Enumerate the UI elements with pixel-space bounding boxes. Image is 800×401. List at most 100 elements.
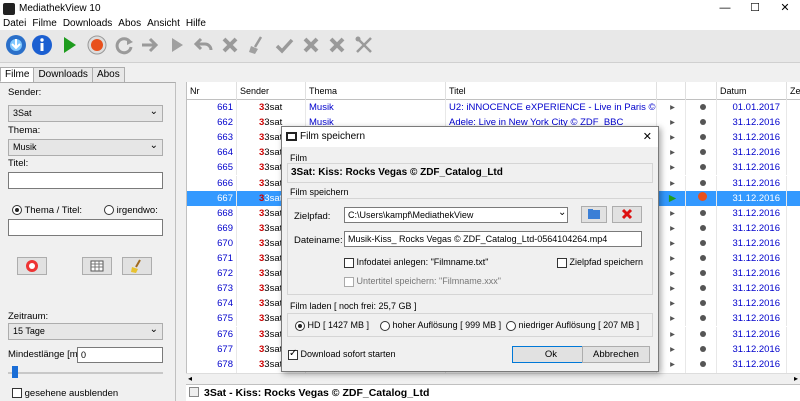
- browse-folder-button[interactable]: [581, 206, 607, 223]
- play-icon[interactable]: [57, 33, 81, 57]
- col-thema[interactable]: Thema: [306, 82, 446, 100]
- lifebuoy-button[interactable]: [17, 257, 47, 275]
- horizontal-scrollbar[interactable]: ◂ ▸: [186, 373, 800, 384]
- record-row-icon[interactable]: [686, 356, 717, 372]
- sender-select[interactable]: 3Sat: [8, 104, 163, 122]
- play-row-icon[interactable]: ▸: [657, 205, 686, 221]
- record-row-icon[interactable]: [686, 130, 717, 146]
- play-row-icon[interactable]: ▸: [657, 356, 686, 372]
- record-row-icon[interactable]: [686, 235, 717, 251]
- radio-hoch[interactable]: hoher Auflösung [ 999 MB ]: [380, 320, 501, 331]
- record-row-icon[interactable]: [686, 251, 717, 266]
- broom-icon[interactable]: [245, 33, 269, 57]
- radio-thema-titel-button[interactable]: [12, 205, 22, 216]
- record-row-icon[interactable]: [686, 341, 717, 357]
- col-sender[interactable]: Sender: [237, 82, 306, 100]
- radio-irgendwo-button[interactable]: [104, 205, 114, 216]
- zielpfad-chevron-icon[interactable]: ⌄: [558, 207, 566, 218]
- mindestlaenge-input[interactable]: 0: [77, 347, 163, 363]
- remove-icon[interactable]: [299, 33, 323, 57]
- undo-icon[interactable]: [192, 33, 216, 57]
- zielpfad-speichern-checkbox[interactable]: Zielpfad speichern: [557, 257, 643, 268]
- record-icon[interactable]: [85, 33, 109, 57]
- menu-filme[interactable]: Filme: [29, 17, 59, 30]
- zielpfad-select[interactable]: C:\Users\kampf\MediathekView: [344, 207, 568, 223]
- delete-icon[interactable]: [218, 33, 242, 57]
- col-play[interactable]: [657, 82, 686, 100]
- refresh-icon[interactable]: [112, 33, 136, 57]
- record-row-icon[interactable]: [686, 326, 717, 342]
- record-row-icon[interactable]: [686, 296, 717, 312]
- play-row-icon[interactable]: ▸: [657, 100, 686, 115]
- play-row-icon[interactable]: ▸: [657, 220, 686, 236]
- tools-icon[interactable]: [352, 33, 376, 57]
- record-row-icon[interactable]: [686, 266, 717, 282]
- play-row-icon[interactable]: ▸: [657, 341, 686, 357]
- play-row-icon[interactable]: ▸: [657, 281, 686, 297]
- col-record[interactable]: [686, 82, 717, 100]
- gesehene-checkbox[interactable]: gesehene ausblenden: [12, 388, 118, 399]
- menu-downloads[interactable]: Downloads: [60, 17, 115, 30]
- table-row[interactable]: 661 33sat Musik U2: iNNOCENCE eXPERIENCE - …: [187, 100, 800, 115]
- panel-splitter[interactable]: [177, 82, 186, 401]
- cancel-icon[interactable]: [325, 33, 349, 57]
- radio-niedrig-button[interactable]: [506, 320, 516, 331]
- menu-hilfe[interactable]: Hilfe: [183, 17, 209, 30]
- untertitel-checkbox-box[interactable]: [344, 276, 354, 287]
- play-row-icon[interactable]: ▸: [657, 130, 686, 146]
- clear-path-button[interactable]: [612, 206, 642, 223]
- tab-filme[interactable]: Filme: [0, 67, 35, 82]
- dialog-close-icon[interactable]: ✕: [643, 130, 652, 143]
- play-row-icon[interactable]: ▸: [657, 266, 686, 282]
- checkmark-icon[interactable]: [272, 33, 296, 57]
- col-titel[interactable]: Titel: [446, 82, 657, 100]
- expand-icon[interactable]: [189, 387, 199, 397]
- play-gray-icon[interactable]: [165, 33, 189, 57]
- record-row-icon[interactable]: [686, 311, 717, 327]
- thema-select[interactable]: Musik: [8, 138, 163, 156]
- radio-thema-titel[interactable]: Thema / Titel:: [12, 205, 82, 216]
- download-sofort-checkbox-box[interactable]: [288, 348, 298, 360]
- abbrechen-button[interactable]: Abbrechen: [582, 346, 650, 363]
- infodatei-checkbox[interactable]: Infodatei anlegen: "Filmname.txt": [344, 257, 488, 268]
- play-row-icon[interactable]: ▸: [657, 160, 686, 176]
- record-row-icon[interactable]: [686, 281, 717, 297]
- col-zeit[interactable]: Zeit: [787, 82, 800, 100]
- infodatei-checkbox-box[interactable]: [344, 257, 354, 268]
- record-row-icon[interactable]: [686, 160, 717, 176]
- ok-button[interactable]: Ok: [512, 346, 590, 363]
- arrow-right-icon[interactable]: [138, 33, 162, 57]
- dateiname-input[interactable]: Musik-Kiss_ Rocks Vegas © ZDF_Catalog_Lt…: [344, 231, 642, 247]
- clear-filter-button[interactable]: [122, 257, 152, 275]
- play-row-icon[interactable]: ▸: [657, 311, 686, 327]
- menu-ansicht[interactable]: Ansicht: [144, 17, 183, 30]
- play-row-icon[interactable]: ▸: [657, 175, 686, 191]
- titel-input[interactable]: [8, 172, 163, 189]
- play-row-icon[interactable]: ▸: [657, 145, 686, 161]
- record-row-icon[interactable]: [686, 115, 717, 131]
- radio-hd[interactable]: HD [ 1427 MB ]: [295, 320, 369, 331]
- tab-abos[interactable]: Abos: [91, 67, 125, 82]
- record-row-icon[interactable]: [686, 220, 717, 236]
- play-row-icon[interactable]: ▸: [657, 235, 686, 251]
- play-row-icon[interactable]: ▸: [657, 326, 686, 342]
- untertitel-checkbox[interactable]: Untertitel speichern: "Filmname.xxx": [344, 276, 501, 287]
- col-nr[interactable]: Nr: [187, 82, 237, 100]
- close-icon[interactable]: ✕: [770, 0, 800, 17]
- play-row-icon[interactable]: ▸: [657, 251, 686, 266]
- thema-titel-input[interactable]: [8, 219, 163, 236]
- play-row-icon[interactable]: ▸: [657, 296, 686, 312]
- menu-datei[interactable]: Datei: [0, 17, 29, 30]
- tab-downloads[interactable]: Downloads: [33, 67, 93, 82]
- gesehene-checkbox-box[interactable]: [12, 388, 22, 399]
- info-icon[interactable]: [30, 33, 54, 57]
- minimize-icon[interactable]: —: [710, 0, 740, 17]
- record-row-icon[interactable]: [686, 175, 717, 191]
- maximize-icon[interactable]: ☐: [740, 0, 770, 17]
- zeitraum-select[interactable]: 15 Tage: [8, 322, 163, 340]
- menu-abos[interactable]: Abos: [115, 17, 144, 30]
- record-row-icon[interactable]: [686, 190, 717, 206]
- record-row-icon[interactable]: [686, 145, 717, 161]
- radio-hd-button[interactable]: [295, 320, 305, 331]
- scroll-right-icon[interactable]: ▸: [794, 374, 798, 383]
